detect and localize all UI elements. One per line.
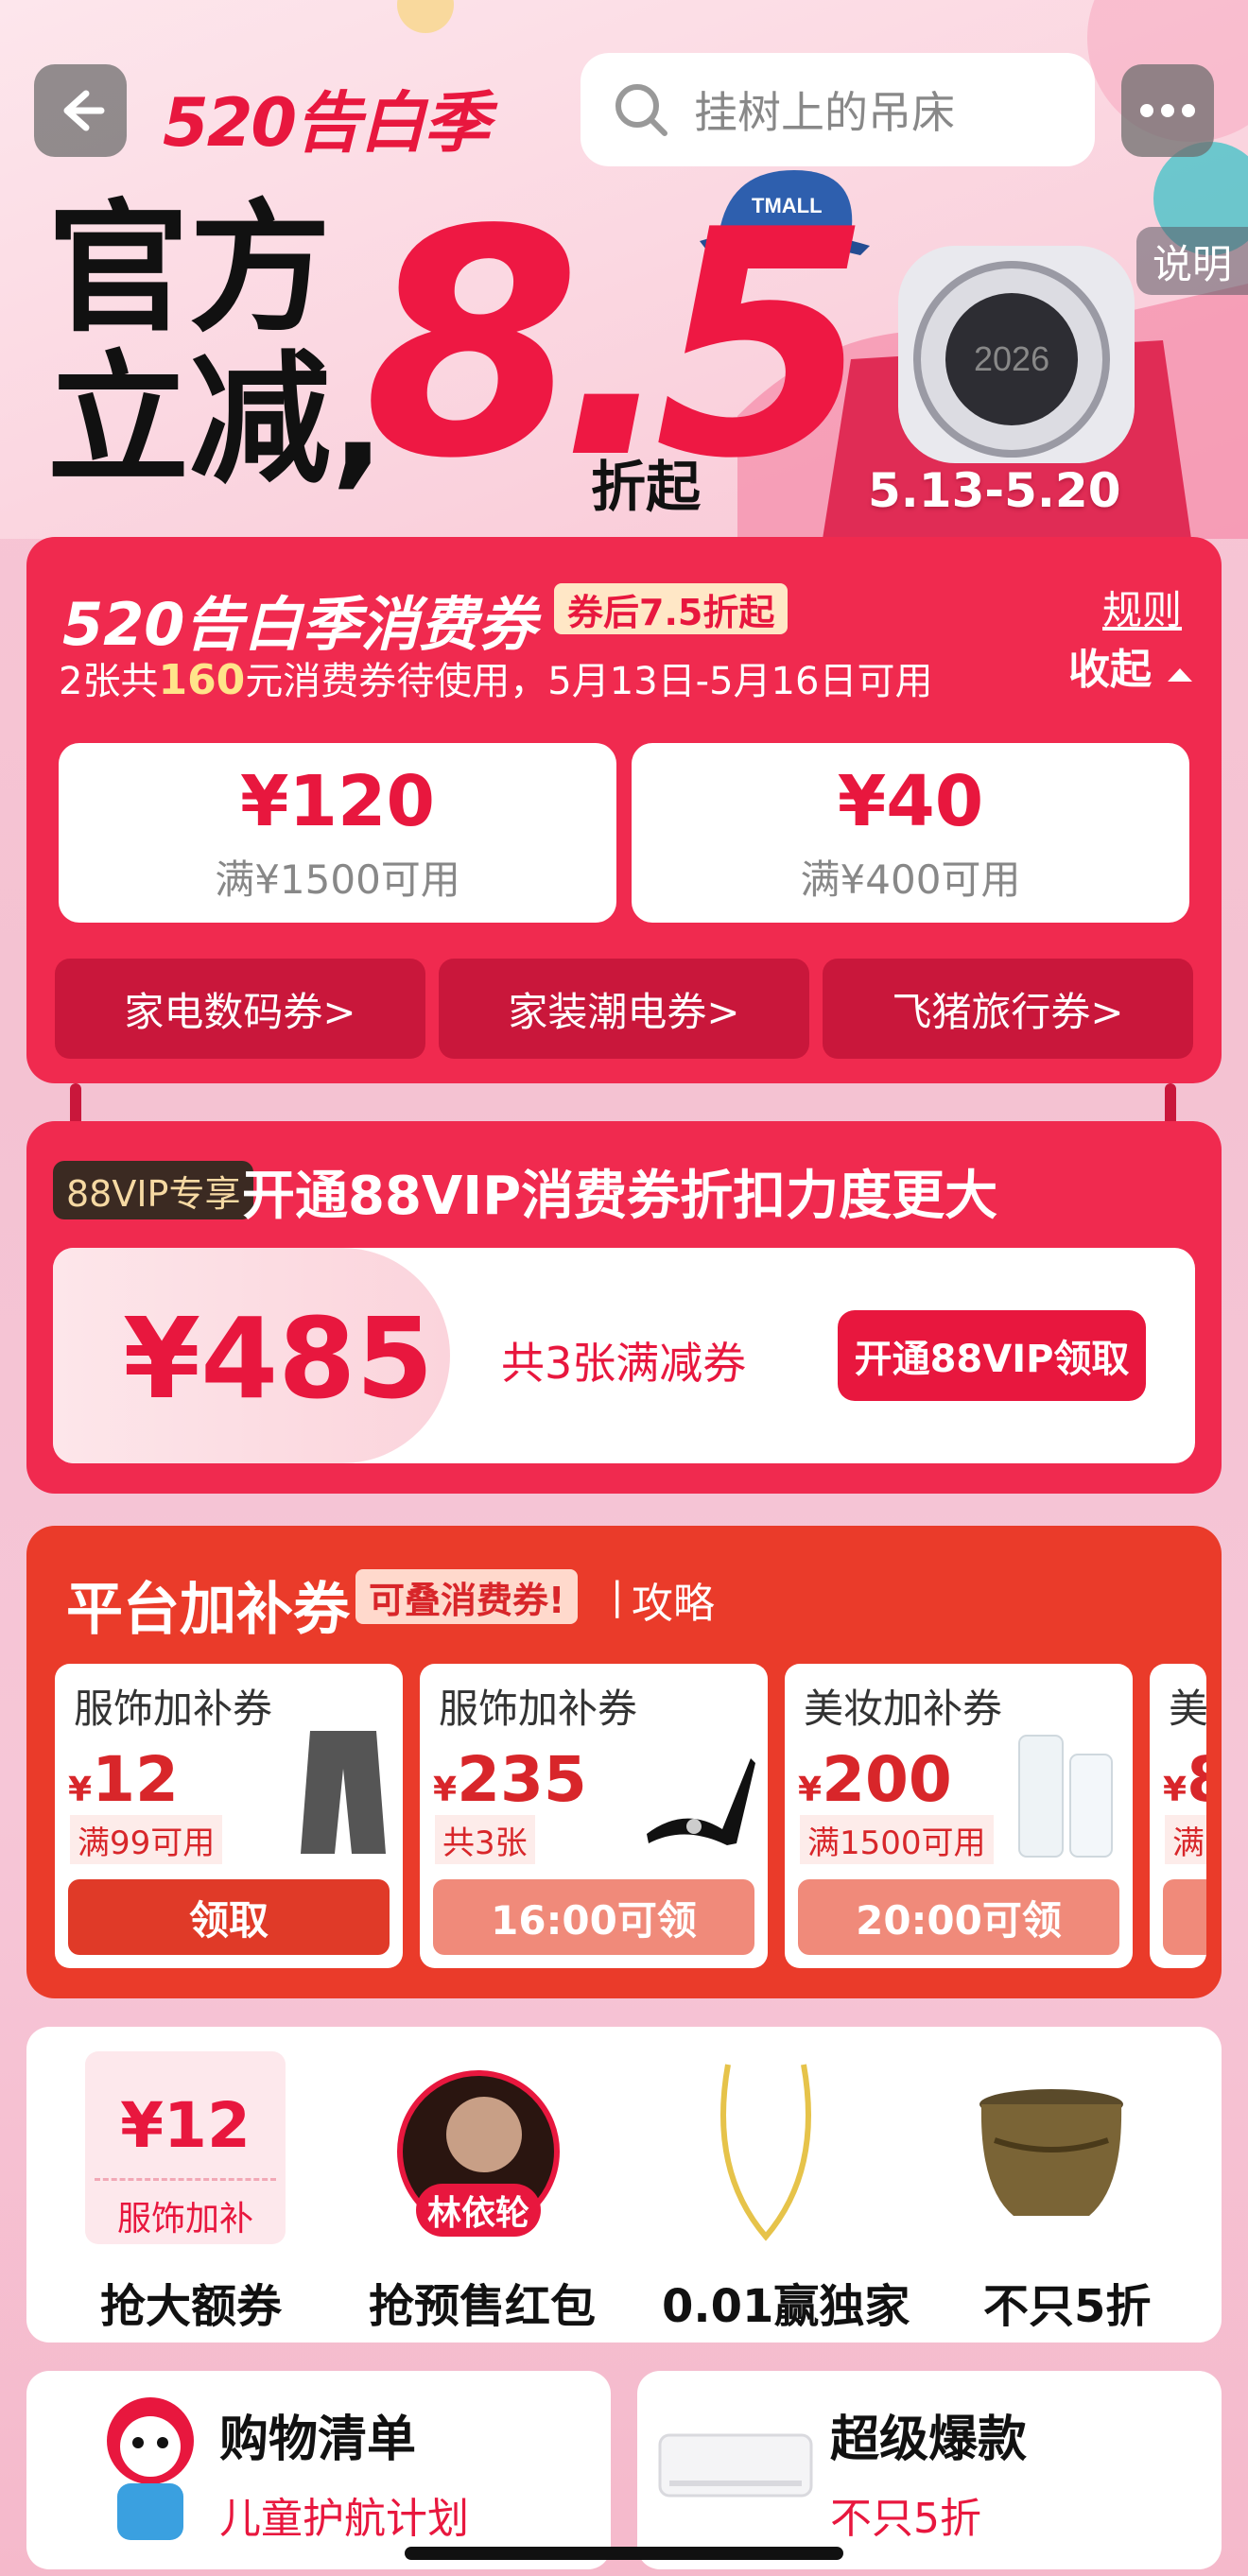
tile-label-under-50[interactable]: 不只5折: [983, 2269, 1151, 2335]
category-fliggy-travel[interactable]: 飞猪旅行券>: [823, 959, 1193, 1059]
category-appliance-digital[interactable]: 家电数码券>: [55, 959, 425, 1059]
open-vip-button[interactable]: 开通88VIP领取: [838, 1310, 1146, 1401]
currency-symbol: ¥: [433, 1771, 458, 1809]
sub-amount: 160: [158, 656, 246, 704]
currency-symbol: ¥: [798, 1771, 823, 1809]
timed-claim-button[interactable]: 16:00可领: [433, 1879, 754, 1955]
coupon-name: 服饰加补券: [74, 1686, 273, 1732]
platform-separator: |: [611, 1575, 624, 1618]
claim-button[interactable]: 领取: [68, 1879, 390, 1955]
coupon-amount: ¥8: [1163, 1743, 1206, 1816]
sub-suffix: 元消费券待使用，5月13日-5月16日可用: [245, 660, 933, 703]
timed-claim-button[interactable]: [1163, 1879, 1206, 1955]
event-date-range: 5.13-5.20: [868, 463, 1121, 518]
sub-prefix: 2张共: [59, 660, 159, 703]
coupon-40[interactable]: ¥40 满¥400可用: [632, 743, 1189, 923]
coupon-amount: ¥12: [68, 1743, 179, 1816]
more-button[interactable]: [1121, 64, 1214, 157]
mini-coupon-amount: ¥12: [120, 2089, 251, 2162]
platform-coupon-item[interactable]: 服饰加补券 ¥12 满99可用 领取: [55, 1664, 403, 1968]
coupon-condition: 满99可用: [70, 1815, 223, 1864]
coupon-amount: ¥200: [798, 1743, 952, 1816]
hero-suffix: 折起: [591, 455, 702, 519]
page-title: 520告白季: [163, 84, 490, 162]
pants-image: [301, 1731, 386, 1854]
platform-title: 平台加补券: [66, 1577, 350, 1643]
home-indicator[interactable]: [405, 2547, 843, 2560]
coupon-120[interactable]: ¥120 满¥1500可用: [59, 743, 616, 923]
shopping-list-card[interactable]: 购物清单 儿童护航计划: [26, 2371, 611, 2569]
search-input[interactable]: 挂树上的吊床: [581, 53, 1095, 166]
rule-link[interactable]: 规则: [1102, 579, 1182, 636]
coupon-name: 服饰加补券: [439, 1686, 638, 1732]
coupon-value: 235: [457, 1743, 587, 1816]
coupon-condition: 满¥1500可用: [215, 856, 460, 903]
coupon-value: 12: [92, 1743, 179, 1816]
bronze-pot-image[interactable]: [976, 2083, 1127, 2225]
presale-name-badge: 林依轮: [416, 2184, 541, 2237]
coupon-name: 美: [1169, 1686, 1206, 1732]
vip-title: 开通88VIP消费券折扣力度更大: [242, 1166, 998, 1227]
shopping-list-title: 购物清单: [219, 2412, 417, 2468]
mini-coupon-text: 服饰加补: [116, 2200, 253, 2239]
skincare-bottles-image: [1018, 1735, 1113, 1858]
more-dots-icon: [1140, 104, 1195, 117]
air-conditioner-image: [658, 2433, 813, 2498]
heels-image: [647, 1758, 755, 1845]
consumer-coupon-subtitle: 2张共160元消费券待使用，5月13日-5月16日可用: [59, 650, 932, 705]
currency-symbol: ¥: [1163, 1771, 1187, 1809]
mascot-image: [107, 2397, 194, 2540]
avatar-face: [446, 2097, 522, 2172]
coupon-value: 8: [1187, 1743, 1206, 1816]
consumer-coupon-title: 520告白季消费券: [62, 590, 537, 659]
super-hot-subtitle: 不只5折: [830, 2495, 981, 2543]
device-year-text: 2026: [974, 339, 1049, 378]
coupon-condition: 共3张: [435, 1815, 535, 1864]
category-home-appliance[interactable]: 家装潮电券>: [439, 959, 809, 1059]
coupon-amount: ¥40: [837, 760, 984, 842]
timed-claim-button[interactable]: 20:00可领: [798, 1879, 1119, 1955]
tile-label-lucky-draw[interactable]: 0.01赢独家: [662, 2269, 910, 2335]
back-arrow-icon: [63, 90, 105, 131]
coupon-condition: 满: [1165, 1815, 1206, 1864]
tile-label-presale[interactable]: 抢预售红包: [369, 2269, 596, 2335]
hero-line-2: 立减,: [47, 338, 385, 503]
currency-symbol: ¥: [68, 1771, 93, 1809]
vip-count: 共3张满减券: [501, 1338, 747, 1389]
robot-vacuum-image: 2026: [898, 246, 1135, 463]
platform-coupon-item[interactable]: 美 ¥8 满: [1150, 1664, 1206, 1968]
coupon-value: 200: [822, 1743, 952, 1816]
platform-coupon-item[interactable]: 服饰加补券 ¥235 共3张 16:00可领: [420, 1664, 768, 1968]
vip-amount: ¥485: [123, 1293, 434, 1424]
coupon-amount: ¥120: [240, 760, 435, 842]
coupon-name: 美妆加补券: [804, 1686, 1003, 1732]
explain-button[interactable]: 说明: [1136, 227, 1248, 295]
gold-necklace-image[interactable]: [700, 2057, 832, 2246]
super-hot-card[interactable]: 超级爆款 不只5折: [637, 2371, 1222, 2569]
consumer-coupon-badge: 券后7.5折起: [554, 583, 789, 634]
tile-label-big-coupon[interactable]: 抢大额券: [100, 2269, 282, 2335]
collapse-label: 收起: [1068, 646, 1152, 694]
big-coupon-tile-image[interactable]: ¥12 服饰加补: [85, 2051, 286, 2244]
chevron-up-icon: [1168, 668, 1193, 682]
shopping-list-subtitle: 儿童护航计划: [219, 2495, 469, 2543]
platform-badge: 可叠消费券!: [355, 1569, 579, 1624]
back-button[interactable]: [34, 64, 127, 157]
search-placeholder: 挂树上的吊床: [694, 87, 955, 138]
coupon-condition: 满1500可用: [800, 1815, 994, 1864]
vip-tag: 88VIP专享: [53, 1161, 254, 1219]
platform-coupon-item[interactable]: 美妆加补券 ¥200 满1500可用 20:00可领: [785, 1664, 1133, 1968]
coupon-condition: 满¥400可用: [800, 856, 1021, 903]
coupon-amount: ¥235: [433, 1743, 587, 1816]
search-icon: [615, 84, 667, 136]
mini-coupon-divider: [95, 2178, 276, 2181]
platform-guide-link[interactable]: 攻略: [632, 1569, 715, 1630]
collapse-toggle[interactable]: 收起: [1068, 635, 1194, 696]
super-hot-title: 超级爆款: [830, 2412, 1028, 2468]
hero-line-1: 官方: [47, 187, 332, 352]
